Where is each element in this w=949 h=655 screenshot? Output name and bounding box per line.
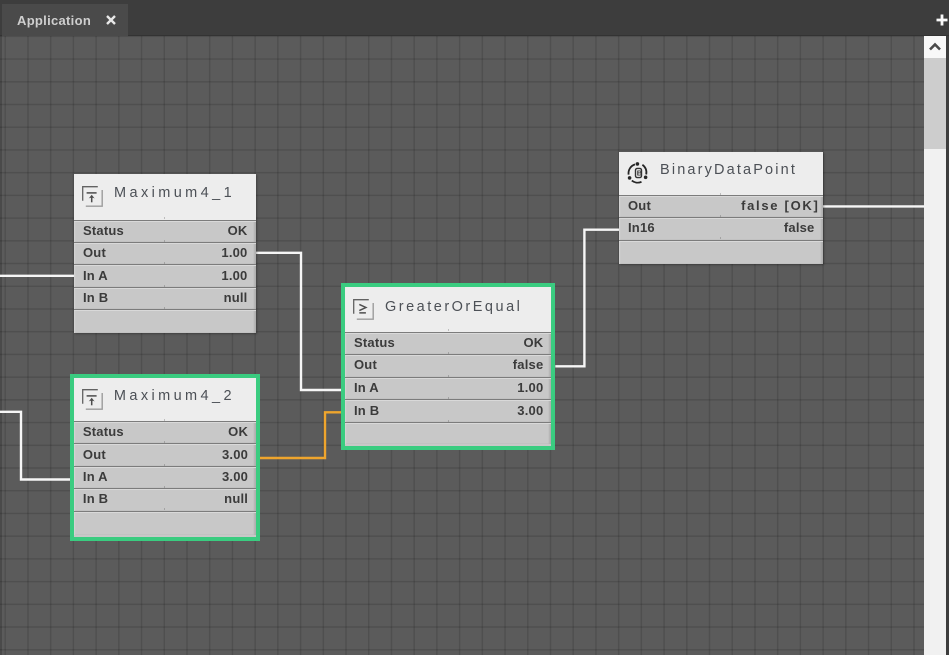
svg-text:B: B	[637, 168, 643, 177]
